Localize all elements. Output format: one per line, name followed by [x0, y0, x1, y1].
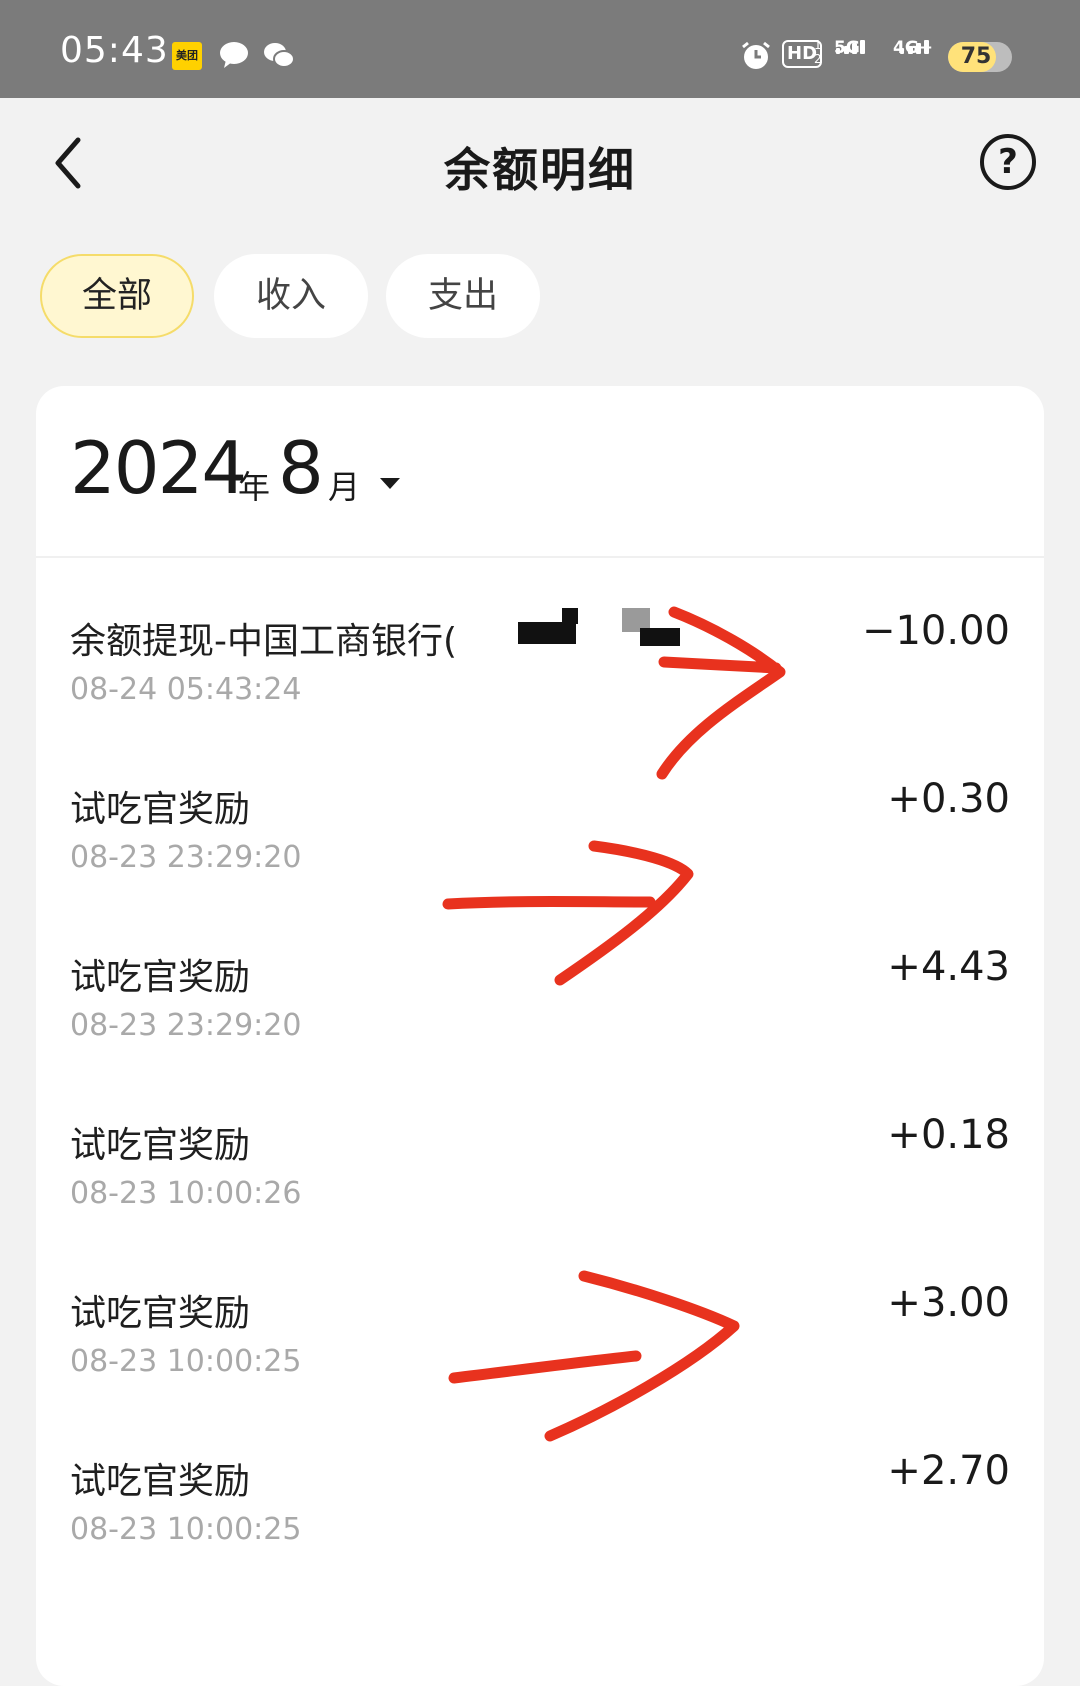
month-selector-month-unit: 月 — [328, 468, 361, 506]
transaction-time: 08-23 23:29:20 — [70, 1008, 302, 1043]
transaction-title: 试吃官奖励 — [70, 1293, 251, 1334]
month-selector-year: 2024 — [70, 426, 247, 510]
battery-percent: 75 — [960, 44, 992, 69]
transaction-row[interactable]: 余额提现-中国工商银行( 08-24 05:43:24 −10.00 — [36, 558, 1044, 736]
transaction-row[interactable]: 试吃官奖励 08-23 10:00:26 +0.18 — [36, 1062, 1044, 1240]
battery-icon: 75 — [948, 42, 1012, 72]
meituan-icon: 美团 — [172, 42, 202, 70]
tab-income[interactable]: 收入 — [214, 254, 368, 338]
transaction-time: 08-23 10:00:25 — [70, 1344, 302, 1379]
month-selector-month: 8 — [278, 426, 324, 510]
transaction-amount: −10.00 — [861, 608, 1010, 654]
redacted-account-number — [562, 608, 578, 624]
alarm-icon — [742, 41, 770, 69]
redacted-account-number — [640, 628, 680, 646]
transaction-time: 08-24 05:43:24 — [70, 672, 302, 707]
transaction-amount: +0.18 — [887, 1112, 1010, 1158]
transaction-time: 08-23 23:29:20 — [70, 840, 302, 875]
page-header: 余额明细 ? — [0, 98, 1080, 228]
transaction-row[interactable]: 试吃官奖励 08-23 23:29:20 +4.43 — [36, 894, 1044, 1072]
redacted-account-number — [518, 622, 576, 644]
transaction-title: 试吃官奖励 — [70, 1125, 251, 1166]
transaction-time: 08-23 10:00:26 — [70, 1176, 302, 1211]
wechat-icon — [264, 43, 295, 68]
page-title: 余额明细 — [444, 143, 636, 197]
chat-bubble-icon — [220, 42, 248, 68]
question-circle-icon[interactable]: ? — [980, 134, 1036, 190]
transaction-row[interactable]: 试吃官奖励 08-23 23:29:20 +0.30 — [36, 726, 1044, 904]
transaction-title: 试吃官奖励 — [70, 957, 251, 998]
tab-all[interactable]: 全部 — [40, 254, 194, 338]
status-time: 05:43 — [60, 30, 169, 71]
transaction-amount: +4.43 — [887, 944, 1010, 990]
status-bar: 05:43 美团 HD 1 2 5G 4G+ 75 — [0, 0, 1080, 98]
hd-sim-index: 1 2 — [814, 38, 822, 66]
transactions-card: 2024 年 8 月 余额提现-中国工商银行( 08-24 05:43:24 −… — [36, 386, 1044, 1686]
transaction-amount: +2.70 — [887, 1448, 1010, 1494]
transaction-amount: +3.00 — [887, 1280, 1010, 1326]
caret-down-icon — [380, 478, 400, 489]
transaction-row[interactable]: 试吃官奖励 08-23 10:00:25 +3.00 — [36, 1230, 1044, 1408]
tab-expense[interactable]: 支出 — [386, 254, 540, 338]
transaction-title: 试吃官奖励 — [70, 1461, 251, 1502]
transaction-row[interactable]: 试吃官奖励 08-23 10:00:25 +2.70 — [36, 1398, 1044, 1576]
transaction-time: 08-23 10:00:25 — [70, 1512, 302, 1547]
transaction-title: 试吃官奖励 — [70, 789, 251, 830]
month-selector-year-unit: 年 — [238, 468, 271, 506]
transaction-title: 余额提现-中国工商银行( — [70, 621, 458, 662]
transaction-amount: +0.30 — [887, 776, 1010, 822]
